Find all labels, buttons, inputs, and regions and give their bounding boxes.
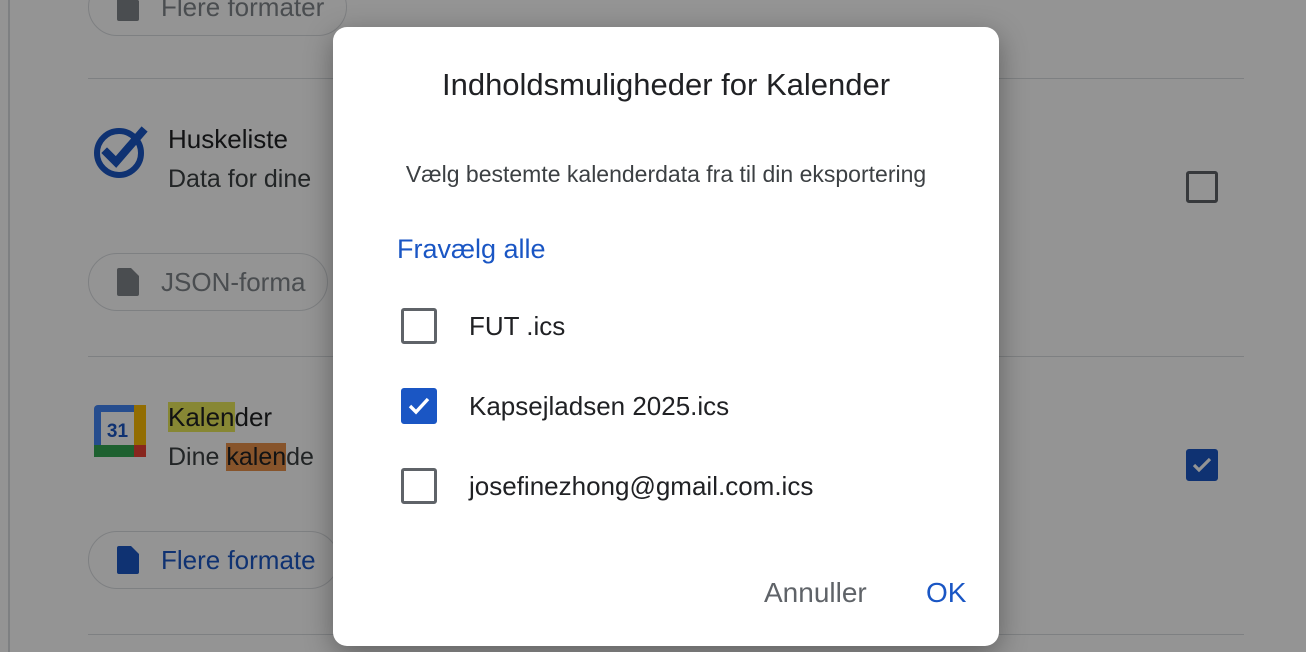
calendar-option-gmail[interactable]: josefinezhong@gmail.com.ics xyxy=(401,466,813,506)
option-checkbox[interactable] xyxy=(401,468,437,504)
option-label: FUT .ics xyxy=(469,310,566,341)
checkmark-icon xyxy=(408,397,430,415)
dialog-title: Indholdsmuligheder for Kalender xyxy=(441,67,891,102)
deselect-all-button[interactable]: Fravælg alle xyxy=(397,234,546,265)
calendar-option-kapsejladsen[interactable]: Kapsejladsen 2025.ics xyxy=(401,386,729,426)
calendar-option-fut[interactable]: FUT .ics xyxy=(401,306,565,346)
option-label: josefinezhong@gmail.com.ics xyxy=(469,470,814,501)
option-checkbox[interactable] xyxy=(401,388,437,424)
option-checkbox[interactable] xyxy=(401,308,437,344)
cancel-button[interactable]: Annuller xyxy=(764,577,867,609)
option-label: Kapsejladsen 2025.ics xyxy=(469,390,730,421)
ok-button[interactable]: OK xyxy=(926,577,966,609)
dialog-description: Vælg bestemte kalenderdata fra til din e… xyxy=(405,161,927,187)
calendar-content-options-dialog: Indholdsmuligheder for Kalender Vælg bes… xyxy=(333,27,999,646)
